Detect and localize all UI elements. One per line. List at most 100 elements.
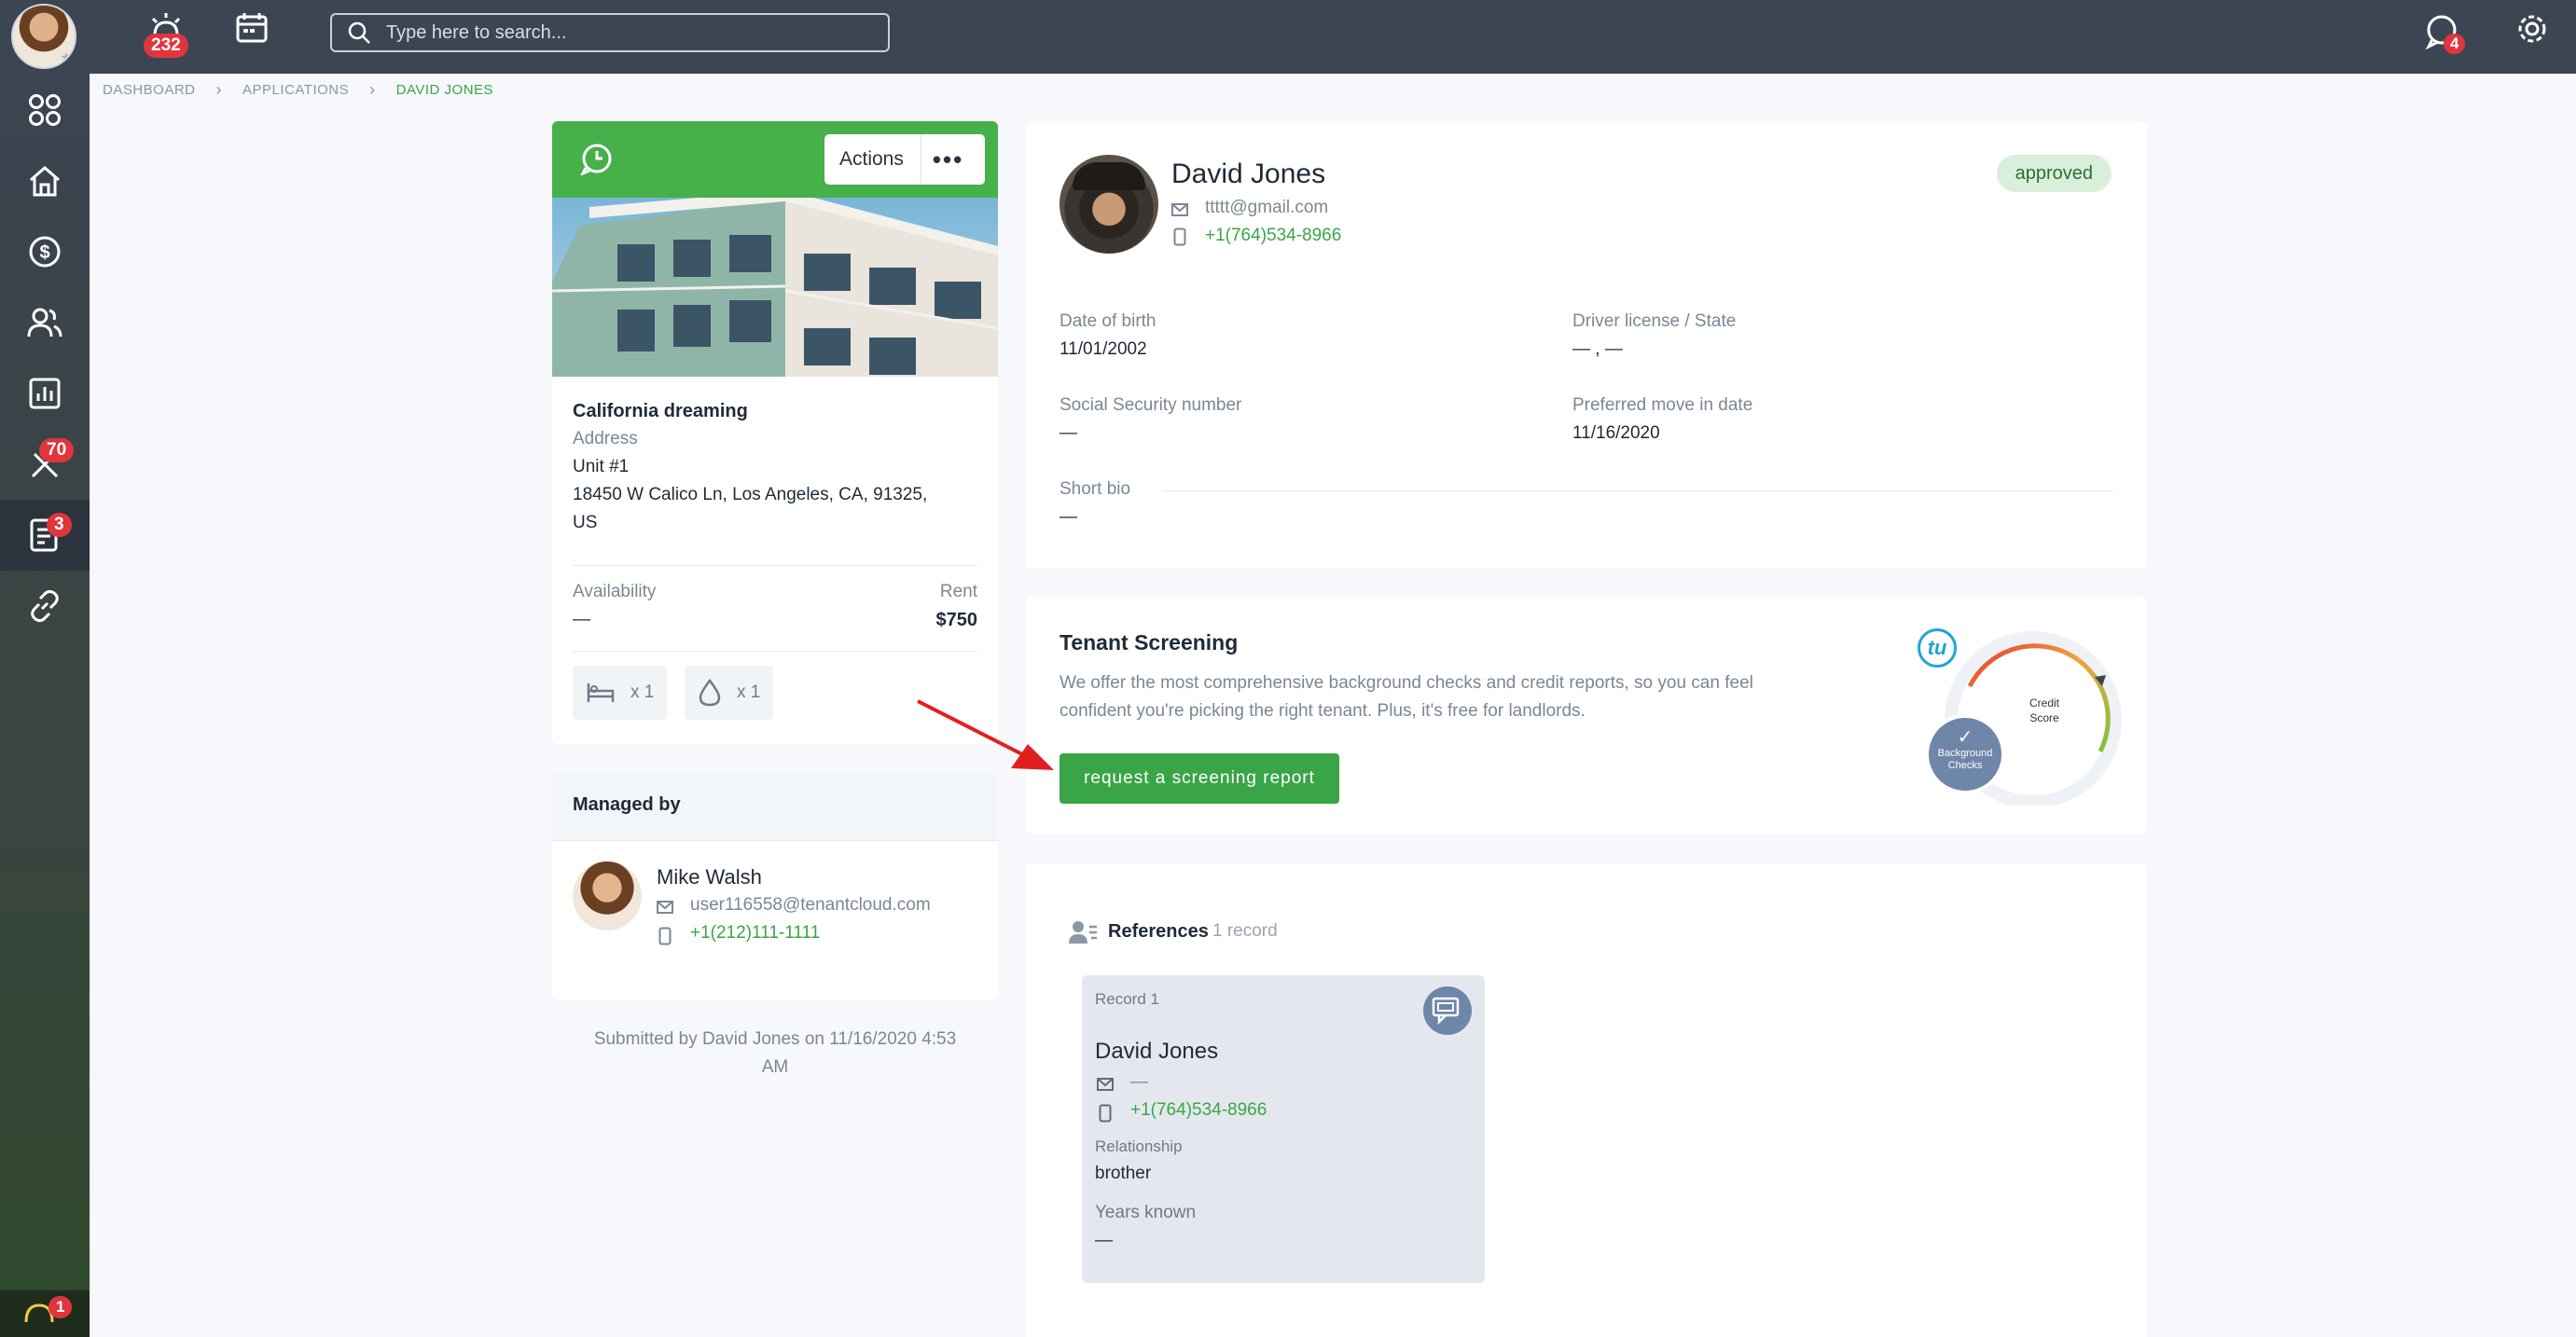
divider [573,651,977,652]
ssn-value: — [1059,423,1077,443]
request-screening-button[interactable]: request a screening report [1059,753,1339,804]
sidebar-item-applications[interactable]: 3 [0,500,90,571]
tu-logo-text: tu [1927,636,1947,659]
reference-phone[interactable]: +1(764)534-8966 [1130,1100,1267,1121]
property-card: Actions ••• California dreaming Address … [552,121,998,744]
message-button[interactable] [1423,986,1472,1035]
applicant-card: David Jones ttttt@gmail.com +1(764)534-8… [1026,121,2147,569]
phone-icon [1099,1104,1112,1123]
managed-by-title: Managed by [573,794,681,815]
managed-by-card: Managed by Mike Walsh user116558@tenantc… [552,772,998,999]
breadcrumb-current: DAVID JONES [395,82,494,98]
manager-email[interactable]: user116558@tenantcloud.com [690,895,931,916]
bg-line-2: Checks [1947,760,1983,771]
relationship-value: brother [1095,1164,1152,1183]
applicant-name: David Jones [1171,159,1326,189]
actions-label: Actions [839,148,904,170]
references-title: References [1108,921,1209,942]
messages-button[interactable]: 4 [2421,11,2473,63]
divider [573,565,977,566]
applicant-phone[interactable]: +1(764)534-8966 [1205,226,1341,246]
more-dots-icon[interactable]: ••• [933,145,963,174]
applications-badge: 3 [47,513,72,537]
baths-count: x 1 [737,682,761,702]
address-label: Address [573,429,638,448]
reference-email: — [1130,1072,1148,1092]
submitted-info: Submitted by David Jones on 11/16/2020 4… [552,1026,998,1082]
calendar-icon [236,13,268,43]
search-box[interactable] [330,13,890,52]
sidebar-item-dashboard[interactable] [0,75,90,145]
license-value: — , — [1572,339,1623,359]
mail-icon [657,901,673,914]
screening-desc-1: We offer the most comprehensive backgrou… [1059,673,1753,693]
link-icon [31,589,59,623]
user-avatar[interactable]: ★ [11,4,76,69]
address-line-2: US [573,513,598,532]
mail-icon [1171,203,1188,216]
star-icon: ★ [60,50,74,66]
chart-icon [29,378,61,409]
move-in-value: 11/16/2020 [1572,423,1660,443]
search-icon [348,21,370,44]
mail-icon [1097,1078,1114,1091]
address-line-1: 18450 W Calico Ln, Los Angeles, CA, 9132… [573,485,928,504]
applicant-avatar[interactable] [1059,155,1158,254]
search-input[interactable] [386,15,880,50]
annotation-arrow [917,699,1054,770]
credit-score-label: Credit Score [2007,696,2082,725]
sidebar-item-home[interactable] [0,145,90,216]
relationship-label: Relationship [1095,1137,1183,1155]
water-drop-icon [699,679,721,707]
submitted-line-1: Submitted by David Jones on 11/16/2020 4… [593,1029,957,1049]
sidebar-item-links[interactable] [0,571,90,641]
grid-icon [29,94,61,126]
check-icon: ✓ [1957,727,1974,748]
notifications-badge: 232 [144,34,188,58]
gear-icon [2518,15,2546,43]
tenant-screening-card: Tenant Screening We offer the most compr… [1026,597,2147,834]
sidebar-item-maintenance[interactable]: 70 [0,429,90,500]
beds-count: x 1 [630,682,655,702]
property-photo [552,198,998,377]
breadcrumb: DASHBOARD › APPLICATIONS › DAVID JONES [103,80,493,100]
home-icon [30,166,60,197]
maintenance-badge: 70 [39,438,75,462]
notifications-button[interactable]: 232 [140,9,192,62]
screening-title: Tenant Screening [1059,630,1239,655]
dob-value: 11/01/2002 [1059,339,1147,359]
sidebar-item-money[interactable]: $ [0,216,90,287]
rent-label: Rent [939,582,977,601]
property-name[interactable]: California dreaming [573,401,748,422]
status-badge: approved [1996,155,2112,192]
background-checks-badge: ✓ Background Checks [1925,714,2005,794]
reference-name: David Jones [1095,1039,1219,1064]
calendar-button[interactable] [235,11,276,52]
settings-button[interactable] [2514,11,2555,52]
applicant-email[interactable]: ttttt@gmail.com [1205,198,1328,218]
references-count: 1 record [1212,921,1278,941]
credit-line-2: Score [2029,711,2059,724]
breadcrumb-applications[interactable]: APPLICATIONS [242,82,349,98]
manager-avatar[interactable] [573,861,642,930]
sidebar-item-reports[interactable] [0,358,90,429]
bg-line-1: Background [1937,748,1993,759]
beds-chip: x 1 [573,666,668,720]
credit-line-1: Credit [2029,696,2059,710]
support-badge: 1 [48,1296,73,1318]
support-button[interactable]: 1 [0,1290,90,1337]
breadcrumb-dashboard[interactable]: DASHBOARD [103,82,196,98]
manager-name[interactable]: Mike Walsh [657,865,762,889]
years-known-value: — [1095,1231,1113,1250]
rent-value: $750 [935,610,978,630]
availability-value: — [573,610,590,629]
ssn-label: Social Security number [1059,395,1242,415]
sidebar-item-people[interactable] [0,287,90,358]
dob-label: Date of birth [1059,311,1156,331]
baths-chip: x 1 [685,666,774,720]
availability-label: Availability [573,582,657,601]
dollar-icon: $ [29,236,61,268]
manager-phone[interactable]: +1(212)111-1111 [690,923,820,944]
building-illustration [552,198,998,377]
actions-button[interactable]: Actions ••• [824,134,985,185]
